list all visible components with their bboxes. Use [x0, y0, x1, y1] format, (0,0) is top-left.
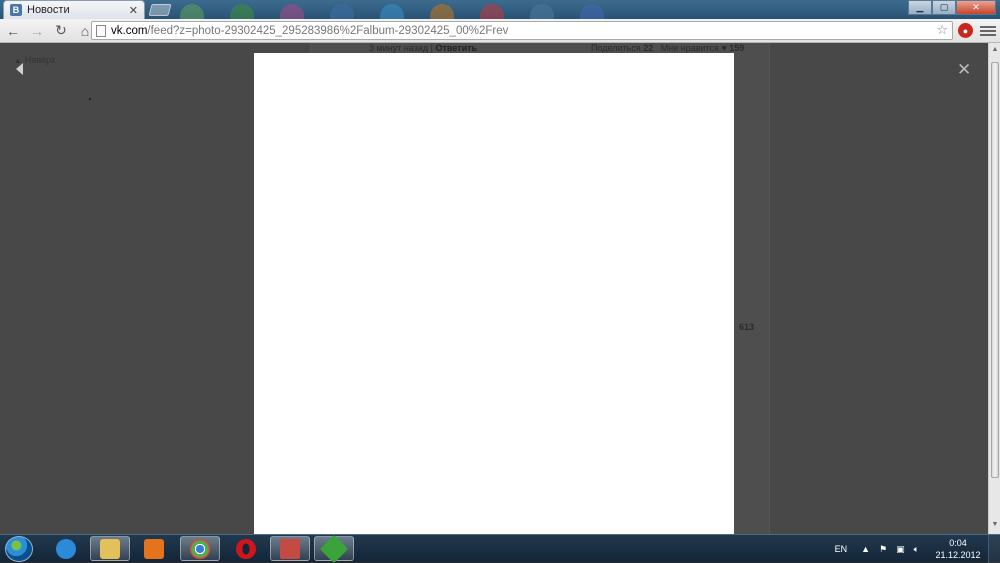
folder-icon [100, 538, 120, 559]
blurred-desktop-icon [330, 4, 354, 19]
taskbar-game-app[interactable] [270, 536, 310, 561]
blurred-desktop-icon [180, 4, 204, 19]
reply-link[interactable]: Ответить [435, 43, 477, 53]
blurred-desktop-icon [280, 4, 304, 19]
second-post-likes-count: 613 [739, 322, 755, 332]
blurred-desktop-icon [580, 4, 604, 19]
media-player-icon [144, 538, 164, 559]
scroll-down-icon[interactable]: ▼ [991, 521, 999, 529]
show-hidden-icons-icon[interactable]: ▲ [861, 544, 870, 554]
tab-novosti[interactable]: В Новости ✕ [3, 0, 145, 19]
taskbar-chrome[interactable] [180, 536, 220, 561]
tab-title: Новости [27, 4, 70, 16]
clock-time: 0:04 [949, 538, 967, 548]
back-to-top-label: Наверх [24, 55, 56, 65]
share-link[interactable]: Поделиться [591, 43, 641, 53]
taskbar-media-player[interactable] [134, 536, 174, 561]
blurred-desktop-icon [480, 4, 504, 19]
taskbar-opera[interactable] [226, 536, 266, 561]
clock-date: 21.12.2012 [935, 550, 981, 560]
tab-close-icon[interactable]: ✕ [129, 4, 138, 17]
back-arrow-icon[interactable]: ← [2, 21, 24, 41]
internet-explorer-icon [56, 538, 76, 559]
post-time: 3 минут назад [369, 43, 429, 53]
page-overlay: 3 минут назад | Ответить Поделиться 22 М… [0, 43, 988, 534]
photo-viewer-image[interactable] [254, 53, 734, 534]
system-tray: EN ▲ ⚑ ▣ 🔈︎ 0:04 21.12.2012 [835, 535, 1000, 563]
like-link[interactable]: Мне нравится [661, 43, 719, 53]
window-controls: ▁ ▢ ✕ [908, 0, 996, 15]
maximize-button[interactable]: ▢ [932, 0, 956, 15]
blurred-desktop-icon [230, 4, 254, 19]
minimize-button[interactable]: ▁ [908, 0, 932, 15]
game-app-icon [280, 538, 300, 559]
forward-arrow-icon[interactable]: → [26, 21, 48, 41]
volume-icon[interactable]: 🔈︎ [914, 544, 919, 555]
post-meta: 3 минут назад | Ответить [369, 43, 477, 53]
windows-taskbar: EN ▲ ⚑ ▣ 🔈︎ 0:04 21.12.2012 [0, 534, 1000, 563]
stray-dot [89, 98, 91, 100]
blurred-desktop-icon [380, 4, 404, 19]
heart-icon: ♥ [721, 43, 727, 53]
blurred-desktop-icon [530, 4, 554, 19]
taskbar-file-explorer[interactable] [90, 536, 130, 561]
browser-toolbar: ← → ↻ ⌂ vk.com/feed?z=photo-29302425_295… [0, 19, 1000, 43]
likes-count: 159 [729, 43, 745, 53]
language-indicator[interactable]: EN [835, 544, 848, 554]
clock[interactable]: 0:04 21.12.2012 [928, 537, 988, 561]
page-icon [96, 24, 106, 37]
network-icon[interactable]: ▣ [896, 544, 905, 555]
opera-icon [236, 538, 256, 559]
page-scrollbar[interactable]: ▲ ▼ [988, 43, 1000, 534]
blurred-desktop-icon [430, 4, 454, 19]
taskbar-internet-explorer[interactable] [46, 536, 86, 561]
extension-icon[interactable]: ● [958, 23, 973, 38]
close-viewer-icon[interactable]: ✕ [957, 60, 971, 80]
chrome-icon [190, 538, 210, 559]
green-app-icon [319, 534, 349, 563]
action-center-flag-icon[interactable]: ⚑ [879, 544, 887, 555]
reload-icon[interactable]: ↻ [50, 21, 72, 41]
previous-photo-arrow-icon[interactable] [16, 63, 23, 75]
scroll-thumb[interactable] [991, 62, 999, 478]
meta-separator: | [430, 43, 433, 53]
vk-favicon-icon: В [10, 4, 22, 16]
bookmark-star-icon[interactable]: ☆ [936, 22, 948, 38]
scroll-up-icon[interactable]: ▲ [991, 46, 999, 54]
browser-tabstrip: В Новости ✕ ▁ ▢ ✕ [0, 0, 1000, 19]
new-tab-button[interactable] [148, 4, 172, 16]
url-host: vk.com [111, 24, 148, 37]
post-stats: Поделиться 22 Мне нравится ♥ 159 [591, 43, 744, 53]
start-button[interactable] [5, 536, 33, 562]
window-close-button[interactable]: ✕ [956, 0, 996, 15]
taskbar-green-app[interactable] [314, 534, 354, 563]
show-desktop-button[interactable] [988, 535, 1000, 563]
url-path: /feed?z=photo-29302425_295283986%2Falbum… [147, 24, 509, 37]
share-count: 22 [643, 43, 654, 53]
background-desktop-icons [180, 4, 604, 19]
address-bar[interactable]: vk.com/feed?z=photo-29302425_295283986%2… [91, 21, 953, 40]
chrome-menu-icon[interactable] [980, 23, 996, 38]
